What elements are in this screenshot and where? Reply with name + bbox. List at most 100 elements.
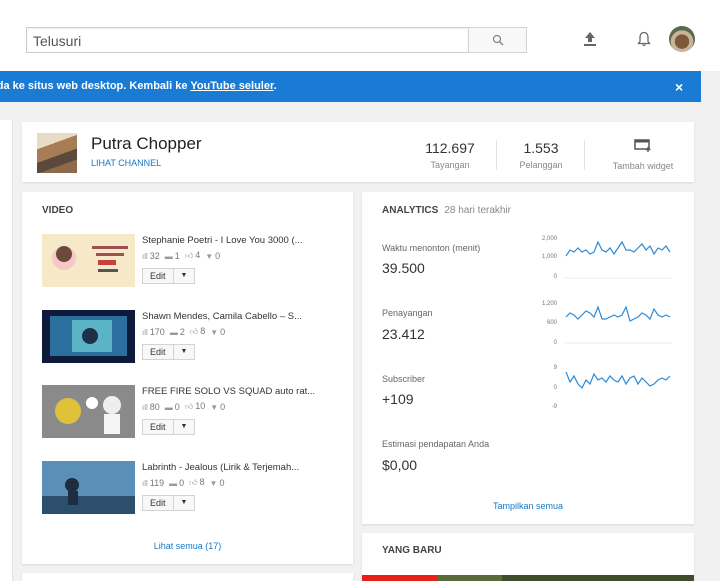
whats-new-card: YANG BARU: [362, 533, 694, 581]
edit-button[interactable]: Edit: [143, 496, 174, 510]
divider: [584, 140, 585, 170]
see-all-videos-link[interactable]: Lihat semua (17): [22, 541, 353, 551]
view-channel-link[interactable]: LIHAT CHANNEL: [91, 158, 161, 168]
like-icon: 👍︎: [189, 327, 199, 336]
comment-icon: ▬: [169, 478, 178, 488]
like-icon: 👍︎: [184, 251, 194, 260]
subscribers-metric-value: +109: [382, 391, 414, 407]
chevron-down-icon[interactable]: ▼: [174, 269, 195, 283]
video-title[interactable]: FREE FIRE SOLO VS SQUAD auto rat...: [142, 386, 332, 397]
left-sidebar-edge: [0, 120, 13, 581]
thumbnail-art: [52, 246, 128, 272]
dislike-icon: ▼: [209, 478, 218, 488]
views-label: Tayangan: [430, 160, 470, 170]
search-button[interactable]: [468, 27, 527, 53]
show-all-analytics-link[interactable]: Tampilkan semua: [362, 501, 694, 511]
watch-time-value: 39.500: [382, 260, 425, 276]
axis-tick: 0: [553, 385, 557, 391]
subscribers-stat: 1.553 Pelanggan: [510, 140, 572, 170]
comment-icon: ▬: [164, 402, 173, 412]
like-icon: 👍︎: [184, 402, 194, 411]
edit-dropdown[interactable]: Edit ▼: [142, 419, 196, 435]
videos-title: VIDEO: [42, 205, 74, 216]
video-stats: ıll 170 ▬ 2 👍︎ 8 ▼ 0: [142, 326, 226, 337]
video-title[interactable]: Stephanie Poetri - I Love You 3000 (...: [142, 235, 332, 246]
chevron-down-icon[interactable]: ▼: [174, 345, 195, 359]
chevron-down-icon[interactable]: ▼: [174, 496, 195, 510]
views-stat: 112.697 Tayangan: [420, 140, 480, 170]
search-input[interactable]: Telusuri: [26, 27, 469, 53]
edit-button[interactable]: Edit: [143, 345, 174, 359]
video-item: Stephanie Poetri - I Love You 3000 (... …: [42, 234, 352, 294]
comment-icon: ▬: [169, 327, 178, 337]
views-metric-label: Penayangan: [382, 308, 433, 318]
axis-tick: 1,000: [541, 254, 557, 260]
video-thumbnail[interactable]: [42, 385, 135, 438]
add-widget-label: Tambah widget: [612, 161, 674, 171]
dislike-icon: ▼: [210, 402, 219, 412]
subscribers-value: 1.553: [523, 140, 559, 156]
channel-thumbnail[interactable]: [37, 133, 77, 173]
video-thumbnail[interactable]: [42, 310, 135, 363]
subscribers-label: Pelanggan: [519, 160, 563, 170]
channel-header: Putra Chopper LIHAT CHANNEL 112.697 Taya…: [22, 122, 694, 182]
video-item: Labrinth - Jealous (Lirik & Terjemah... …: [42, 461, 352, 521]
close-icon[interactable]: ×: [675, 79, 683, 95]
like-icon: 👍︎: [189, 478, 198, 487]
edit-button[interactable]: Edit: [143, 420, 174, 434]
video-stats: ıll 119 ▬ 0 👍︎ 8 ▼ 0: [142, 477, 225, 488]
video-stats: ıll 80 ▬ 0 👍︎ 10 ▼ 0: [142, 401, 226, 412]
dislike-icon: ▼: [210, 327, 219, 337]
whats-new-thumbnail[interactable]: [362, 575, 694, 581]
axis-tick: 9: [553, 365, 557, 371]
axis-tick: -9: [551, 404, 557, 410]
thumbnail-art: [50, 316, 127, 356]
upload-button[interactable]: [579, 28, 601, 50]
mobile-youtube-link[interactable]: YouTube seluler: [190, 80, 273, 92]
banner-text: nda ke situs web desktop. Kembali ke You…: [0, 80, 277, 92]
axis-tick: 2,000: [541, 236, 557, 242]
video-thumbnail[interactable]: [42, 461, 135, 514]
subscribers-metric-label: Subscriber: [382, 374, 426, 384]
axis-tick: 1,200: [541, 301, 557, 307]
video-item: FREE FIRE SOLO VS SQUAD auto rat... ıll 8…: [42, 385, 352, 445]
channel-name: Putra Chopper: [91, 134, 202, 153]
whats-new-title: YANG BARU: [382, 545, 442, 556]
analytics-title: ANALYTICS 28 hari terakhir: [382, 205, 512, 216]
add-widget-icon: [634, 139, 651, 152]
axis-tick: 600: [546, 320, 557, 326]
views-icon: ıll: [142, 478, 148, 488]
edit-dropdown[interactable]: Edit ▼: [142, 344, 196, 360]
thumbnail-art: [42, 385, 135, 438]
videos-card: VIDEO Stephanie Poetri - I Love You 3000…: [22, 192, 353, 564]
edit-button[interactable]: Edit: [143, 269, 174, 283]
views-icon: ıll: [142, 402, 148, 412]
desktop-site-banner: nda ke situs web desktop. Kembali ke You…: [0, 71, 701, 102]
divider: [496, 140, 497, 170]
notifications-button[interactable]: [633, 28, 655, 50]
search-icon: [492, 34, 504, 46]
thumbnail-art: [42, 461, 135, 514]
axis-tick: 0: [553, 274, 557, 280]
edit-dropdown[interactable]: Edit ▼: [142, 268, 196, 284]
watch-time-sparkline: [564, 240, 672, 279]
revenue-label: Estimasi pendapatan Anda: [382, 439, 490, 449]
top-bar: Telusuri: [0, 0, 720, 71]
bell-icon: [637, 31, 651, 47]
dislike-icon: ▼: [205, 251, 214, 261]
add-widget-button[interactable]: Tambah widget: [609, 139, 677, 171]
next-card: [22, 573, 353, 581]
views-icon: ıll: [142, 251, 148, 261]
analytics-card: ANALYTICS 28 hari terakhir Waktu menonton…: [362, 192, 694, 524]
revenue-value: $0,00: [382, 457, 418, 473]
edit-dropdown[interactable]: Edit ▼: [142, 495, 196, 511]
avatar[interactable]: [669, 26, 695, 52]
comment-icon: ▬: [164, 251, 173, 261]
analytics-period: 28 hari terakhir: [444, 205, 512, 216]
video-title[interactable]: Shawn Mendes, Camila Cabello – S...: [142, 311, 332, 322]
watch-time-label: Waktu menonton (menit): [382, 243, 481, 253]
chevron-down-icon[interactable]: ▼: [174, 420, 195, 434]
video-thumbnail[interactable]: [42, 234, 135, 287]
video-title[interactable]: Labrinth - Jealous (Lirik & Terjemah...: [142, 462, 332, 473]
views-icon: ıll: [142, 327, 148, 337]
